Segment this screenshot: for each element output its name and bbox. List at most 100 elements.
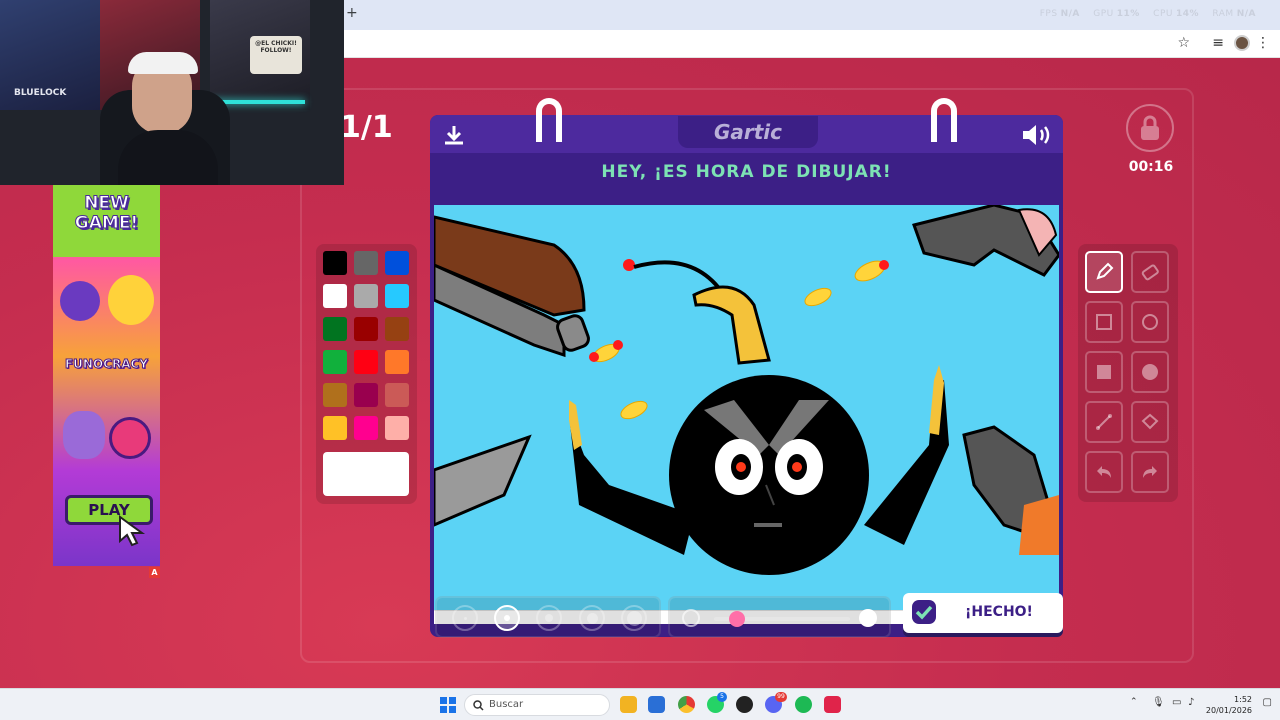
slider-knob[interactable] <box>728 611 745 627</box>
filled-rectangle-tool-button[interactable] <box>1085 351 1123 393</box>
gartic-logo: Gartic <box>678 116 818 148</box>
color-swatch[interactable] <box>354 416 378 440</box>
color-swatch[interactable] <box>354 251 378 275</box>
pencil-icon <box>1096 262 1114 280</box>
anime-poster: BLUELOCK <box>0 0 100 110</box>
poster-text: BLUELOCK <box>14 88 67 98</box>
bookmark-star-icon[interactable]: ☆ <box>1177 35 1190 51</box>
taskbar-search[interactable]: Buscar <box>464 694 610 716</box>
ad-banner[interactable]: NEW GAME! FUNOCRACY PLAY <box>53 185 160 566</box>
color-swatch[interactable] <box>354 284 378 308</box>
color-palette <box>316 244 417 504</box>
perf-label: FPS <box>1039 9 1058 19</box>
microphone-icon[interactable]: 🎙 <box>1152 697 1165 708</box>
countdown-timer: 00:16 <box>1128 159 1174 175</box>
brush-size-selector <box>435 596 661 638</box>
notification-badge: 5 <box>717 692 727 702</box>
card-binder-ring <box>536 98 562 142</box>
color-swatch[interactable] <box>323 350 347 374</box>
line-icon <box>1096 414 1112 430</box>
opacity-high-icon <box>859 609 877 627</box>
cartoon-character-icon <box>63 411 105 459</box>
color-swatch[interactable] <box>385 251 409 275</box>
color-swatch[interactable] <box>385 416 409 440</box>
lock-icon <box>1126 104 1174 152</box>
perf-value: 11% <box>1116 9 1140 19</box>
media-queue-icon[interactable]: ≡ <box>1212 35 1224 51</box>
performance-overlay: FPS N/A GPU 11% CPU 14% RAM N/A <box>1040 9 1266 19</box>
color-swatch[interactable] <box>323 251 347 275</box>
line-tool-button[interactable] <box>1085 401 1123 443</box>
browser-menu-icon[interactable]: ⋮ <box>1256 35 1270 51</box>
ad-choices-badge[interactable]: A <box>149 567 160 578</box>
brush-size-option[interactable] <box>536 605 562 631</box>
filled-ellipse-tool-button[interactable] <box>1131 351 1169 393</box>
ad-brand: FUNOCRACY <box>64 357 148 372</box>
brush-size-option[interactable] <box>494 605 520 631</box>
notifications-icon[interactable]: ▢ <box>1263 697 1272 708</box>
color-swatch[interactable] <box>385 350 409 374</box>
pencil-tool-button[interactable] <box>1085 251 1123 293</box>
color-swatch[interactable] <box>323 383 347 407</box>
color-swatch[interactable] <box>323 317 347 341</box>
fill-bucket-tool-button[interactable] <box>1131 401 1169 443</box>
brush-size-option[interactable] <box>579 605 605 631</box>
color-swatch[interactable] <box>354 350 378 374</box>
cursor-arrow-icon <box>119 515 146 547</box>
perf-label: GPU <box>1093 9 1114 19</box>
color-swatch[interactable] <box>323 284 347 308</box>
brush-size-option[interactable] <box>452 605 478 631</box>
ellipse-tool-button[interactable] <box>1131 301 1169 343</box>
app-icon[interactable] <box>824 696 841 713</box>
color-swatch[interactable] <box>354 383 378 407</box>
chevron-up-icon[interactable]: ⌃ <box>1130 697 1138 707</box>
rectangle-fill-icon <box>1097 365 1111 379</box>
perf-label: CPU <box>1153 9 1173 19</box>
webcam-overlay: BLUELOCK @EL CHICKI! FOLLOW! <box>0 0 344 185</box>
clock-time: 1:52 <box>1234 695 1252 704</box>
redo-button[interactable] <box>1131 451 1169 493</box>
file-explorer-icon[interactable] <box>620 696 637 713</box>
color-swatch[interactable] <box>385 284 409 308</box>
current-color-preview <box>323 452 409 496</box>
windows-start-icon[interactable] <box>440 697 456 713</box>
eraser-tool-button[interactable] <box>1131 251 1169 293</box>
clock-date: 20/01/2026 <box>1205 706 1252 715</box>
profile-avatar-icon[interactable] <box>1234 35 1250 51</box>
perf-value: N/A <box>1236 9 1256 19</box>
spotify-icon[interactable] <box>795 696 812 713</box>
perf-value: N/A <box>1060 9 1080 19</box>
done-button-label: ¡HECHO! <box>965 604 1033 620</box>
taskbar-clock[interactable]: 1:52 20/01/2026 <box>1206 694 1252 716</box>
color-swatch[interactable] <box>323 416 347 440</box>
chrome-icon[interactable] <box>678 696 695 713</box>
draw-prompt-headline: HEY, ¡ES HORA DE DIBUJAR! <box>601 162 892 182</box>
color-swatch[interactable] <box>385 383 409 407</box>
sound-icon[interactable] <box>1021 123 1053 147</box>
done-button[interactable]: ¡HECHO! <box>903 593 1063 633</box>
notification-badge: 99 <box>775 692 787 702</box>
ellipse-fill-icon <box>1142 364 1158 380</box>
rectangle-tool-button[interactable] <box>1085 301 1123 343</box>
opacity-slider[interactable] <box>668 596 891 638</box>
download-icon[interactable] <box>442 123 466 147</box>
new-tab-button[interactable]: + <box>346 5 358 21</box>
ad-headline: NEW GAME! <box>74 193 139 234</box>
windows-taskbar: Buscar 5 99 ⌃ 🎙 ▭ ♪ 1:52 20/01/2026 ▢ <box>0 688 1280 720</box>
store-icon[interactable] <box>648 696 665 713</box>
obs-icon[interactable] <box>736 696 753 713</box>
perf-label: RAM <box>1212 9 1234 19</box>
checkmark-icon <box>912 600 936 624</box>
drawing-canvas[interactable] <box>434 205 1059 610</box>
search-placeholder: Buscar <box>489 699 524 710</box>
opacity-low-icon <box>682 609 700 627</box>
perf-value: 14% <box>1175 9 1200 19</box>
color-swatch[interactable] <box>385 317 409 341</box>
volume-icon[interactable]: ♪ <box>1188 697 1194 708</box>
search-icon <box>473 700 484 711</box>
brush-size-option[interactable] <box>621 605 647 631</box>
undo-button[interactable] <box>1085 451 1123 493</box>
undo-icon <box>1097 466 1111 478</box>
network-icon[interactable]: ▭ <box>1172 697 1181 708</box>
color-swatch[interactable] <box>354 317 378 341</box>
